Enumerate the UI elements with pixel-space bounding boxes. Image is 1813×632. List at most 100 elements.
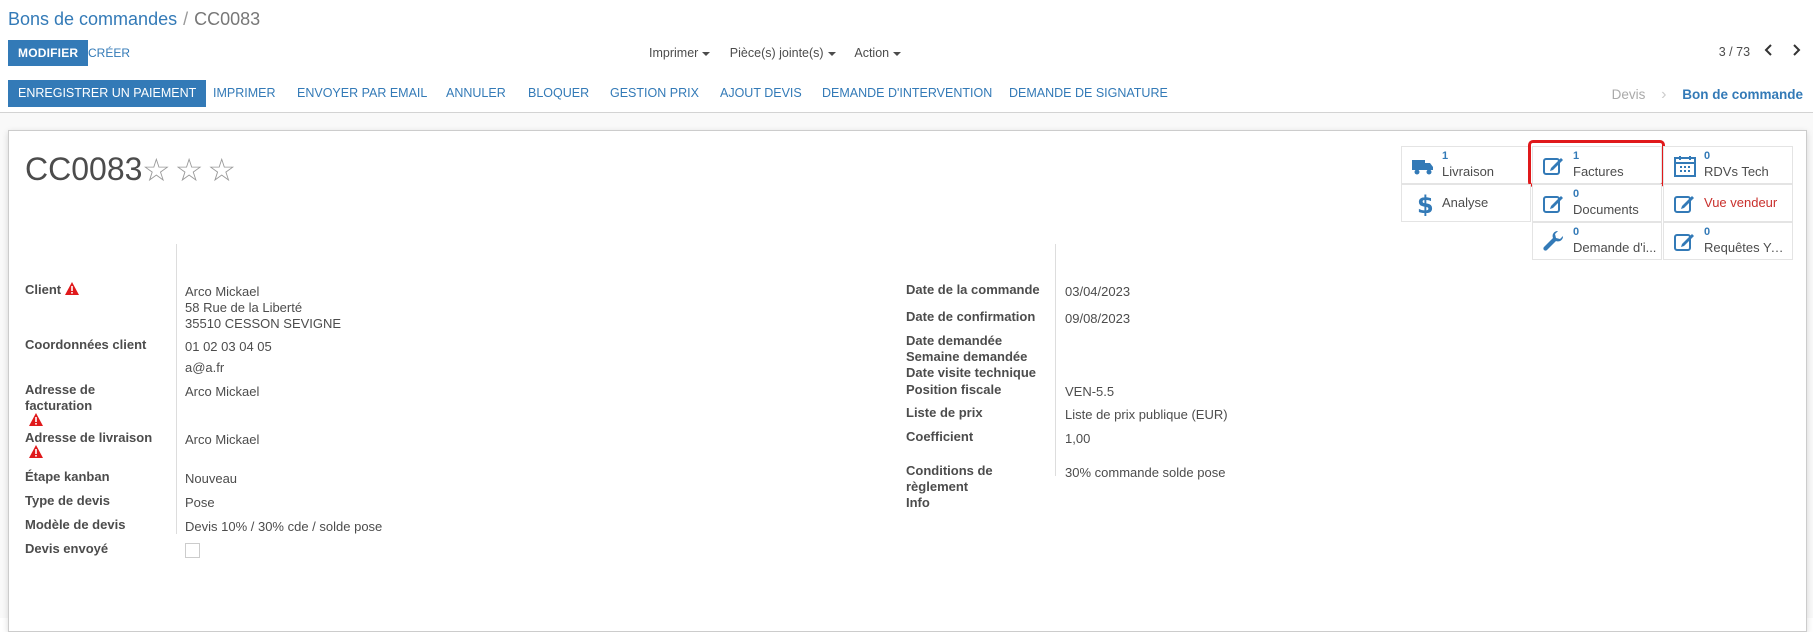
model-value[interactable]: Devis 10% / 30% cde / solde pose xyxy=(185,519,382,534)
type-value-link[interactable]: Pose xyxy=(185,495,215,510)
billing-label-1: Adresse de xyxy=(25,382,96,397)
dollar-icon: $ xyxy=(1417,192,1434,216)
attachments-menu[interactable]: Pièce(s) jointe(s) xyxy=(730,46,836,60)
coef-value[interactable]: 1,00 xyxy=(1065,431,1090,446)
client-street: 58 Rue de la Liberté xyxy=(185,300,303,315)
record-title: CC0083 xyxy=(25,151,143,187)
rdvs-tech-smart-button[interactable]: 0 RDVs Tech xyxy=(1663,146,1793,184)
email-value[interactable]: a@a.fr xyxy=(185,360,224,375)
documents-count: 0 xyxy=(1573,188,1580,200)
print-menu[interactable]: Imprimer xyxy=(649,46,711,60)
breadcrumb-parent-link[interactable]: Bons de commandes xyxy=(8,9,177,29)
warning-icon xyxy=(29,445,43,458)
documents-label: Documents xyxy=(1573,202,1639,217)
order-date-value[interactable]: 03/04/2023 xyxy=(1065,284,1130,299)
add-quote-button[interactable]: AJOUT DEVIS xyxy=(720,79,802,107)
svg-text:$: $ xyxy=(1417,192,1434,216)
wrench-icon xyxy=(1543,230,1564,251)
edit-icon xyxy=(1543,196,1563,213)
documents-smart-button[interactable]: 0 Documents xyxy=(1532,184,1662,222)
print-menu-label: Imprimer xyxy=(649,46,699,60)
payment-label-1: Conditions de xyxy=(906,463,993,478)
create-button[interactable]: CRÉER xyxy=(88,40,130,66)
billing-address-link[interactable]: Arco Mickael xyxy=(185,384,259,399)
price-management-button[interactable]: GESTION PRIX xyxy=(610,79,699,107)
shipping-address-link[interactable]: Arco Mickael xyxy=(185,432,259,447)
client-label: Client xyxy=(25,282,79,297)
pager-value[interactable]: 3 / 73 xyxy=(1719,45,1750,59)
requested-date-label: Date demandée xyxy=(906,333,1003,348)
livraison-smart-button[interactable]: 1 Livraison xyxy=(1401,146,1531,184)
caret-down-icon xyxy=(893,51,902,56)
breadcrumb-separator: / xyxy=(183,9,189,29)
sidebar-menus: Imprimer Pièce(s) jointe(s) Action xyxy=(649,46,917,60)
sent-checkbox[interactable] xyxy=(185,543,200,558)
intervention-smart-button[interactable]: 0 Demande d'i... xyxy=(1532,222,1662,260)
control-panel: Bons de commandes / CC0083 MODIFIER CRÉER … xyxy=(0,0,1813,79)
coef-label: Coefficient xyxy=(906,429,974,444)
signature-request-button[interactable]: DEMANDE DE SIGNATURE xyxy=(1009,79,1168,107)
truck-icon xyxy=(1412,160,1433,175)
rdvs-label: RDVs Tech xyxy=(1704,164,1769,179)
livraison-count: 1 xyxy=(1442,150,1449,162)
requested-week-label: Semaine demandée xyxy=(906,349,1028,364)
attachments-menu-label: Pièce(s) jointe(s) xyxy=(729,46,824,60)
print-button[interactable]: IMPRIMER xyxy=(213,79,276,107)
stage-bon-de-commande[interactable]: Bon de commande xyxy=(1682,87,1803,102)
requetes-smart-button[interactable]: 0 Requêtes Yo... xyxy=(1663,222,1793,260)
requetes-count: 0 xyxy=(1704,226,1711,238)
chevron-left-icon[interactable] xyxy=(1760,44,1778,59)
phone-value[interactable]: 01 02 03 04 05 xyxy=(185,339,272,354)
factures-highlight-box xyxy=(1528,140,1665,187)
type-label: Type de devis xyxy=(25,493,111,508)
sent-label: Devis envoyé xyxy=(25,541,109,556)
client-label-text: Client xyxy=(25,282,62,297)
right-group-divider xyxy=(1055,244,1056,476)
analyse-smart-button[interactable]: $ Analyse xyxy=(1401,184,1531,222)
pricelist-value-link[interactable]: Liste de prix publique (EUR) xyxy=(1065,407,1228,422)
confirm-date-value[interactable]: 09/08/2023 xyxy=(1065,311,1130,326)
coords-label: Coordonnées client xyxy=(25,337,147,352)
priority-stars[interactable]: ☆☆☆ xyxy=(142,151,240,189)
client-city: 35510 CESSON SEVIGNE xyxy=(185,316,342,331)
vue-vendeur-label: Vue vendeur xyxy=(1704,195,1778,210)
caret-down-icon xyxy=(827,51,836,56)
edit-icon xyxy=(1674,234,1694,251)
chevron-right-icon[interactable] xyxy=(1787,44,1805,59)
pager: 3 / 73 xyxy=(1719,44,1805,59)
order-date-label: Date de la commande xyxy=(906,282,1040,297)
left-group-divider xyxy=(176,244,177,534)
confirm-date-label: Date de confirmation xyxy=(906,309,1036,324)
calendar-icon xyxy=(1674,156,1696,177)
action-menu[interactable]: Action xyxy=(854,46,902,60)
intervention-count: 0 xyxy=(1573,226,1580,238)
billing-label-2: facturation xyxy=(25,398,93,413)
warning-icon xyxy=(64,282,79,295)
send-email-button[interactable]: ENVOYER PAR EMAIL xyxy=(297,79,427,107)
warning-icon xyxy=(29,413,43,426)
status-bar: ENREGISTRER UN PAIEMENT IMPRIMER ENVOYER… xyxy=(0,78,1813,113)
edit-icon xyxy=(1674,196,1694,213)
requetes-label: Requêtes Yo... xyxy=(1704,240,1788,255)
edit-button[interactable]: MODIFIER xyxy=(8,40,89,66)
client-name-link[interactable]: Arco Mickael xyxy=(185,284,259,299)
stage-devis[interactable]: Devis xyxy=(1612,87,1646,102)
breadcrumb: Bons de commandes / CC0083 xyxy=(8,9,260,30)
payment-label-2: règlement xyxy=(906,479,969,494)
analyse-label: Analyse xyxy=(1442,195,1489,210)
block-button[interactable]: BLOQUER xyxy=(528,79,589,107)
register-payment-button[interactable]: ENREGISTRER UN PAIEMENT xyxy=(8,80,207,107)
payment-terms-link[interactable]: 30% commande solde pose xyxy=(1065,465,1225,480)
shipping-label: Adresse de livraison xyxy=(25,430,153,445)
chevron-right-icon: › xyxy=(1661,86,1667,103)
fiscal-label: Position fiscale xyxy=(906,382,1002,397)
cancel-button[interactable]: ANNULER xyxy=(446,79,506,107)
fiscal-value[interactable]: VEN-5.5 xyxy=(1065,384,1114,399)
breadcrumb-current: CC0083 xyxy=(194,9,261,29)
vue-vendeur-smart-button[interactable]: Vue vendeur xyxy=(1663,184,1793,222)
tech-visit-label: Date visite technique xyxy=(906,365,1037,380)
intervention-request-button[interactable]: DEMANDE D'INTERVENTION xyxy=(822,79,992,107)
stage-indicator: Devis › Bon de commande xyxy=(1612,86,1803,104)
info-label: Info xyxy=(906,495,930,510)
kanban-value[interactable]: Nouveau xyxy=(185,471,237,486)
